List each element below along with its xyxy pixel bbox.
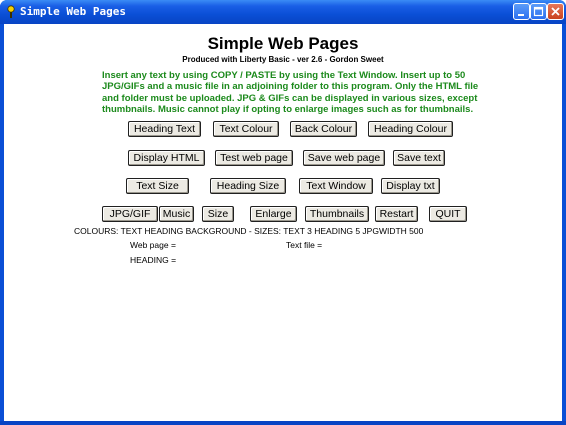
music-button[interactable]: Music — [159, 206, 194, 222]
size-button[interactable]: Size — [202, 206, 234, 222]
jpg-gif-button[interactable]: JPG/GIF — [102, 206, 158, 222]
instruction-line: JPG/GIFs and a music file in an adjoinin… — [102, 81, 479, 93]
title-bar[interactable]: Simple Web Pages — [0, 0, 566, 24]
app-icon — [6, 5, 16, 19]
heading-size-button[interactable]: Heading Size — [210, 178, 286, 194]
back-colour-button[interactable]: Back Colour — [290, 121, 357, 137]
instruction-line: and folder must be uploaded. JPG & GIFs … — [102, 92, 478, 104]
save-text-button[interactable]: Save text — [393, 150, 445, 166]
maximize-icon — [533, 6, 544, 17]
colours-status-line: COLOURS: TEXT HEADING BACKGROUND - SIZES… — [74, 226, 424, 236]
window-title: Simple Web Pages — [20, 5, 126, 18]
client-area: Simple Web Pages Produced with Liberty B… — [4, 24, 562, 421]
display-html-button[interactable]: Display HTML — [128, 150, 205, 166]
restart-button[interactable]: Restart — [375, 206, 418, 222]
app-window: Simple Web Pages Simple Web Pages Produc… — [0, 0, 566, 425]
window-frame-bottom — [0, 421, 566, 425]
web-page-status: Web page = — [130, 240, 176, 250]
test-web-page-button[interactable]: Test web page — [215, 150, 293, 166]
minimize-icon — [518, 14, 524, 16]
close-button[interactable] — [547, 3, 564, 20]
instructions-text: Insert any text by using COPY / PASTE by… — [102, 70, 482, 115]
enlarge-button[interactable]: Enlarge — [250, 206, 297, 222]
heading-colour-button[interactable]: Heading Colour — [368, 121, 453, 137]
text-colour-button[interactable]: Text Colour — [213, 121, 279, 137]
display-txt-button[interactable]: Display txt — [381, 178, 440, 194]
heading-text-button[interactable]: Heading Text — [128, 121, 201, 137]
minimize-button[interactable] — [513, 3, 530, 20]
instruction-line: thumbnails. Music cannot play if opting … — [102, 103, 474, 115]
instruction-line: Insert any text by using COPY / PASTE by… — [102, 70, 466, 81]
thumbnails-button[interactable]: Thumbnails — [305, 206, 369, 222]
maximize-button[interactable] — [530, 3, 547, 20]
page-title: Simple Web Pages — [207, 34, 359, 53]
save-web-page-button[interactable]: Save web page — [303, 150, 385, 166]
text-file-status: Text file = — [286, 240, 323, 250]
text-window-button[interactable]: Text Window — [299, 178, 373, 194]
page-subtitle: Produced with Liberty Basic - ver 2.6 - … — [182, 55, 384, 64]
heading-status: HEADING = — [130, 255, 177, 265]
close-icon — [551, 7, 560, 16]
quit-button[interactable]: QUIT — [429, 206, 467, 222]
text-size-button[interactable]: Text Size — [126, 178, 189, 194]
